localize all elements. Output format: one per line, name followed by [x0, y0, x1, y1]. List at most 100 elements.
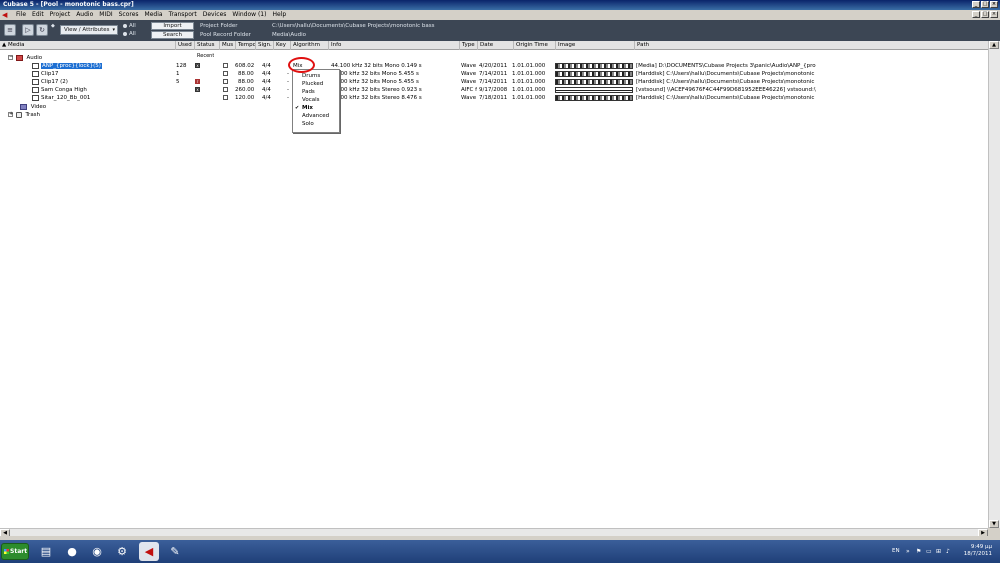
volume-icon[interactable]: ♪ [946, 548, 950, 555]
musical-mode-checkbox[interactable] [223, 71, 228, 76]
menu-edit[interactable]: Edit [29, 10, 47, 20]
menu-item-solo[interactable]: Solo [293, 121, 339, 129]
explorer-icon[interactable]: ▤ [36, 542, 56, 561]
signature-value[interactable]: 4/4 [262, 70, 271, 78]
pool-list[interactable]: Recent − Audio ANP_{proc}{lock}(5) 128 x… [0, 50, 988, 528]
col-sign[interactable]: Sign. [255, 41, 273, 50]
menu-item-advanced[interactable]: Advanced [293, 113, 339, 121]
expand-icon[interactable]: + [8, 112, 13, 117]
loop-icon[interactable]: ↻ [36, 24, 48, 36]
musical-mode-checkbox[interactable] [223, 79, 228, 84]
col-image[interactable]: Image [555, 41, 634, 50]
media-name[interactable]: Sitar_120_Bb_001 [41, 95, 90, 101]
cubase-logo-icon[interactable]: ◀ [2, 11, 10, 19]
media-name[interactable]: Sam Conga High [41, 87, 87, 93]
language-indicator[interactable]: EN [892, 548, 900, 554]
network-tray-icon[interactable]: ⊞ [936, 548, 941, 555]
menu-transport[interactable]: Transport [166, 10, 200, 20]
maximize-button[interactable]: □ [981, 1, 989, 8]
menu-item-mix[interactable]: Mix [293, 105, 339, 113]
menu-item-pads[interactable]: Pads [293, 89, 339, 97]
cubase-taskbar-icon[interactable]: ◀ [139, 542, 159, 561]
col-media[interactable]: ▲ Media [0, 41, 175, 50]
doc-restore-button[interactable]: □ [981, 11, 989, 18]
menu-devices[interactable]: Devices [200, 10, 230, 20]
media-player-icon[interactable]: ● [62, 542, 82, 561]
pool-settings-icon[interactable]: ≡ [4, 24, 16, 36]
musical-mode-checkbox[interactable] [223, 87, 228, 92]
musical-mode-checkbox[interactable] [223, 63, 228, 68]
table-row[interactable]: ANP_{proc}{lock}(5) 128 x 608.02 4/4 Mix… [0, 62, 988, 70]
tree-item-trash[interactable]: + Trash [0, 111, 988, 119]
table-row[interactable]: Clip17 1 88.00 4/4 - 100 kHz 32 bits Mon… [0, 70, 988, 78]
window-title-bar[interactable]: Cubase 5 - [Pool - monotonic bass.cpr] _… [0, 0, 1000, 10]
col-tempo[interactable]: Tempo [235, 41, 255, 50]
tempo-value[interactable]: 608.02 [235, 62, 254, 70]
vertical-scrollbar[interactable]: ▲ ▼ [988, 41, 1000, 528]
doc-close-button[interactable]: × [990, 11, 998, 18]
col-key[interactable]: Key [273, 41, 290, 50]
menu-media[interactable]: Media [142, 10, 166, 20]
table-row[interactable]: Sitar_120_Bb_001 120.00 4/4 - 100 kHz 32… [0, 94, 988, 102]
network-icon[interactable]: ⚙ [112, 542, 132, 561]
col-date[interactable]: Date [477, 41, 513, 50]
col-algorithm[interactable]: Algorithm [290, 41, 328, 50]
radio-all-1[interactable]: All [123, 23, 136, 29]
menu-item-drums[interactable]: Drums [293, 73, 339, 81]
tempo-value[interactable]: 88.00 [238, 70, 254, 78]
chrome-icon[interactable]: ◉ [87, 542, 107, 561]
col-used[interactable]: Used [175, 41, 194, 50]
minimize-button[interactable]: _ [972, 1, 980, 8]
col-mus[interactable]: Mus [219, 41, 235, 50]
menu-window[interactable]: Window (1) [229, 10, 269, 20]
menu-scores[interactable]: Scores [116, 10, 142, 20]
speaker-icon[interactable]: ◆ [51, 23, 55, 29]
signature-value[interactable]: 4/4 [262, 78, 271, 86]
signature-value[interactable]: 4/4 [262, 94, 271, 102]
col-origin-time[interactable]: Origin Time [513, 41, 555, 50]
scroll-down-icon[interactable]: ▼ [989, 520, 999, 528]
show-hidden-icons-icon[interactable]: » [906, 548, 910, 555]
table-row[interactable]: Clip17 (2) 5 r 88.00 4/4 - 100 kHz 32 bi… [0, 78, 988, 86]
key-value[interactable]: - [287, 70, 289, 78]
menu-midi[interactable]: MIDI [96, 10, 115, 20]
menu-project[interactable]: Project [47, 10, 74, 20]
search-button[interactable]: Search [151, 31, 194, 39]
menu-item-vocals[interactable]: Vocals [293, 97, 339, 105]
menu-item-plucked[interactable]: Plucked [293, 81, 339, 89]
flag-icon[interactable]: ⚑ [916, 548, 921, 555]
paint-icon[interactable]: ✎ [165, 542, 185, 561]
tempo-value[interactable]: 88.00 [238, 78, 254, 86]
col-type[interactable]: Type [459, 41, 477, 50]
menu-audio[interactable]: Audio [73, 10, 96, 20]
table-row[interactable]: Sam Conga High x 260.00 4/4 - 100 kHz 32… [0, 86, 988, 94]
tempo-value[interactable]: 120.00 [235, 94, 254, 102]
doc-minimize-button[interactable]: _ [972, 11, 980, 18]
display-icon[interactable]: ▭ [926, 548, 932, 555]
col-path[interactable]: Path [634, 41, 988, 50]
key-value[interactable]: - [287, 78, 289, 86]
clock[interactable]: 9:49 μμ 18/7/2011 [962, 544, 992, 558]
key-value[interactable]: - [287, 94, 289, 102]
view-attributes-select[interactable]: View / Attributes ▾ [60, 25, 118, 35]
horizontal-scrollbar[interactable]: ◀ ▶ [0, 528, 988, 537]
tempo-value[interactable]: 260.00 [235, 86, 254, 94]
tree-item-video[interactable]: Video [0, 103, 988, 111]
collapse-icon[interactable]: − [8, 55, 13, 60]
media-name[interactable]: Clip17 (2) [41, 79, 68, 85]
menu-help[interactable]: Help [269, 10, 289, 20]
col-info[interactable]: Info [328, 41, 459, 50]
media-name[interactable]: ANP_{proc}{lock}(5) [41, 63, 102, 69]
scroll-up-icon[interactable]: ▲ [989, 41, 999, 49]
signature-value[interactable]: 4/4 [262, 86, 271, 94]
key-value[interactable]: - [287, 86, 289, 94]
close-button[interactable]: × [990, 1, 998, 8]
musical-mode-checkbox[interactable] [223, 95, 228, 100]
radio-all-2[interactable]: All [123, 31, 136, 37]
media-name[interactable]: Clip17 [41, 71, 58, 77]
col-status[interactable]: Status [194, 41, 219, 50]
tree-item-audio[interactable]: − Audio [0, 54, 988, 62]
play-icon[interactable]: ▷ [22, 24, 34, 36]
signature-value[interactable]: 4/4 [262, 62, 271, 70]
menu-file[interactable]: File [13, 10, 29, 20]
